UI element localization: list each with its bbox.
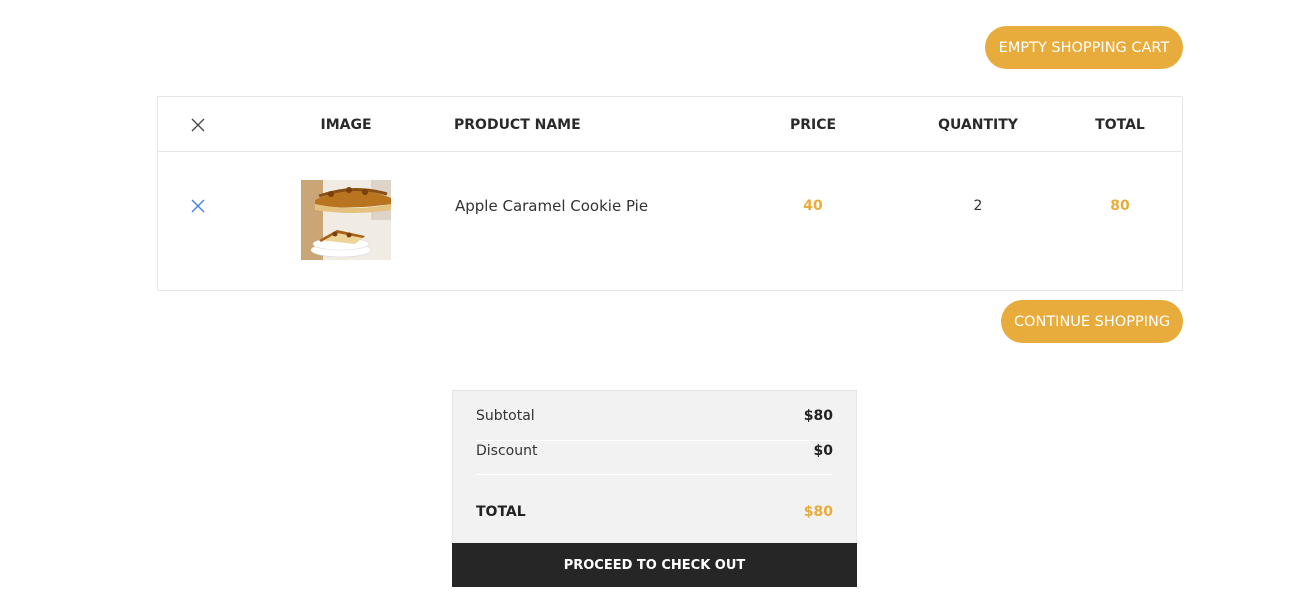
header-total: TOTAL bbox=[1095, 116, 1145, 133]
cart-table: IMAGE PRODUCT NAME PRICE QUANTITY TOTAL bbox=[157, 96, 1183, 291]
table-row: Apple Caramel Cookie Pie 40 2 80 bbox=[158, 152, 1182, 291]
discount-row: Discount $0 bbox=[476, 440, 833, 462]
total-label: TOTAL bbox=[476, 504, 526, 520]
order-summary: Subtotal $80 Discount $0 TOTAL $80 bbox=[452, 390, 857, 543]
cart-table-header: IMAGE PRODUCT NAME PRICE QUANTITY TOTAL bbox=[158, 97, 1182, 152]
cart-page: EMPTY SHOPPING CART IMAGE PRODUCT NAME P… bbox=[0, 0, 1302, 612]
total-value: $80 bbox=[803, 504, 833, 520]
header-product-name: PRODUCT NAME bbox=[454, 116, 581, 133]
close-icon bbox=[191, 199, 205, 213]
subtotal-row: Subtotal $80 bbox=[476, 405, 833, 427]
empty-shopping-cart-button[interactable]: EMPTY SHOPPING CART bbox=[985, 26, 1183, 69]
product-total: 80 bbox=[1110, 198, 1130, 214]
header-image: IMAGE bbox=[320, 116, 372, 133]
continue-shopping-button[interactable]: CONTINUE SHOPPING bbox=[1001, 300, 1183, 343]
product-image[interactable] bbox=[301, 180, 391, 260]
discount-value: $0 bbox=[813, 443, 833, 459]
total-row: TOTAL $80 bbox=[476, 501, 833, 523]
close-icon bbox=[191, 118, 205, 131]
header-quantity: QUANTITY bbox=[938, 116, 1018, 133]
remove-item-button[interactable] bbox=[178, 152, 218, 260]
pie-image bbox=[301, 180, 391, 260]
divider bbox=[476, 474, 833, 475]
subtotal-label: Subtotal bbox=[476, 408, 535, 424]
header-remove-column bbox=[178, 97, 218, 152]
header-price: PRICE bbox=[789, 116, 837, 133]
subtotal-value: $80 bbox=[803, 408, 833, 424]
discount-label: Discount bbox=[476, 443, 538, 459]
proceed-to-checkout-button[interactable]: PROCEED TO CHECK OUT bbox=[452, 543, 857, 587]
product-price: 40 bbox=[803, 198, 823, 214]
product-name[interactable]: Apple Caramel Cookie Pie bbox=[455, 152, 715, 260]
product-quantity[interactable]: 2 bbox=[908, 152, 1048, 260]
